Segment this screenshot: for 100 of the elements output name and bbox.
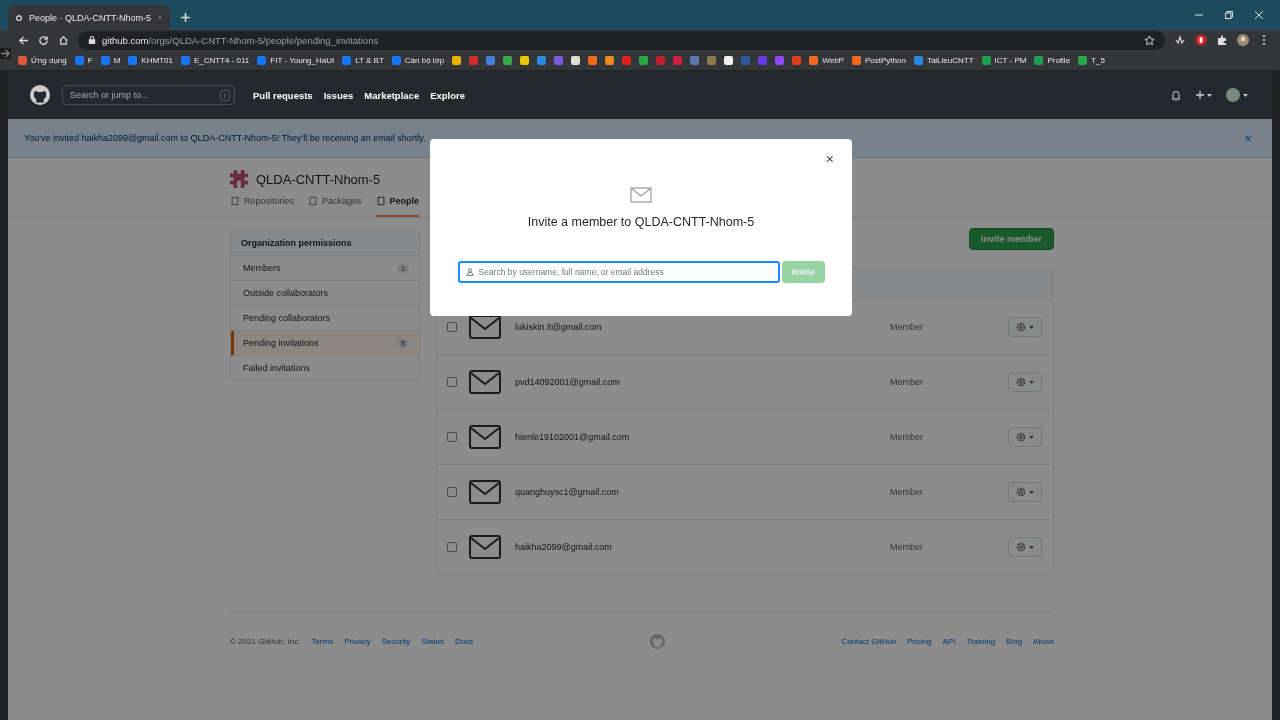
bookmark-icon[interactable] (520, 55, 530, 65)
email-address: pvd14092001@gmail.com (515, 377, 621, 387)
envelope-icon (469, 480, 501, 504)
lock-icon (88, 35, 96, 45)
star-icon[interactable] (1144, 34, 1155, 46)
shortcut-key: / (219, 89, 230, 101)
settings-dropdown-button[interactable] (1008, 427, 1042, 447)
footer-link[interactable]: API (942, 637, 956, 646)
bookmark-icon[interactable] (571, 55, 581, 65)
nav-link[interactable]: Explore (430, 89, 466, 101)
bookmark[interactable]: LT & BT (342, 55, 384, 65)
plus-dropdown-icon[interactable] (1194, 89, 1214, 101)
gear-icon (1016, 487, 1026, 497)
home-icon[interactable] (58, 34, 69, 46)
footer-link[interactable]: Security (381, 637, 411, 646)
checkbox[interactable] (447, 377, 457, 387)
sidebar-heading: Organization permissions (231, 231, 419, 256)
search-field[interactable]: Search by username, full name, or email address (457, 261, 780, 283)
github-logo-icon[interactable] (30, 85, 50, 105)
forward-arrow-icon[interactable] (0, 48, 11, 59)
footer-link[interactable]: Status (421, 637, 444, 646)
avatar-icon[interactable] (1237, 34, 1249, 46)
role-label: Member (890, 487, 924, 497)
footer-link[interactable]: Docs (455, 637, 474, 646)
bookmark[interactable]: E_CNTT4 - 011 (180, 55, 250, 65)
bookmark[interactable]: Cán bộ lớp (391, 55, 445, 65)
flash-message: You've invited haikha2099@gmail.com to QLDA-CNTT-Nhom-5! They'll be receiving an email shortly. (24, 133, 426, 143)
dialog-title: Invite a member to QLDA-CNTT-Nhom-5 (527, 215, 755, 229)
bookmark[interactable]: M (100, 55, 121, 65)
search-field[interactable]: Search or jump to... / (62, 85, 235, 105)
avatar-dropdown-icon[interactable] (1226, 88, 1250, 102)
close-icon[interactable] (1254, 10, 1264, 20)
bookmark[interactable]: ICT - PM (981, 55, 1027, 65)
org-tab[interactable]: Repositories (230, 196, 295, 217)
new-tab-icon[interactable] (180, 12, 191, 23)
footer-link[interactable]: Contact GitHub (841, 637, 897, 646)
org-tab[interactable]: Packages (308, 196, 362, 217)
page-icon (308, 196, 319, 206)
puzzle-icon[interactable] (1216, 34, 1228, 46)
settings-dropdown-button[interactable] (1008, 482, 1042, 502)
role-label: Member (890, 542, 924, 552)
page-icon (230, 196, 240, 206)
bookmark[interactable]: Ứng dụng (18, 55, 67, 65)
footer-link[interactable]: Pricing (907, 637, 932, 646)
footer-link[interactable]: Privacy (344, 637, 371, 646)
footer-link[interactable]: Blog (1006, 637, 1023, 646)
gear-icon (1016, 322, 1026, 332)
close-button[interactable]: × (821, 151, 838, 167)
envelope-icon (469, 370, 501, 394)
address-bar[interactable]: github.com/orgs/QLDA-CNTT-Nhom-5/people/pending_invitations (78, 30, 1165, 50)
sidebar-item[interactable]: Outside collaborators (231, 281, 419, 306)
checkbox[interactable] (447, 487, 457, 497)
checkbox[interactable] (447, 542, 457, 552)
nav-link[interactable]: Pull requests (253, 89, 313, 101)
bookmark[interactable]: Profile (1034, 55, 1071, 65)
bookmark-icon[interactable] (605, 55, 615, 65)
bookmark[interactable]: KHMT01 (128, 55, 173, 65)
sidebar-item[interactable]: Failed invitations (231, 356, 419, 380)
envelope-icon (469, 425, 501, 449)
org-tab[interactable]: People (375, 196, 420, 217)
extension-icon[interactable] (1174, 34, 1186, 46)
tab-title: People · QLDA-CNTT-Nhom-5 (29, 12, 152, 23)
bookmark[interactable]: FIT - Young_HaUI (257, 55, 335, 65)
envelope-icon (469, 315, 501, 339)
caret-icon (1029, 325, 1034, 329)
bell-icon[interactable] (1170, 89, 1182, 101)
footer-link[interactable]: Training (966, 637, 996, 646)
restore-icon[interactable] (1224, 10, 1234, 20)
settings-dropdown-button[interactable] (1008, 317, 1042, 337)
role-label: Member (890, 322, 924, 332)
checkbox[interactable] (447, 432, 457, 442)
gear-icon (1016, 377, 1026, 387)
nav-link[interactable]: Issues (323, 89, 354, 101)
footer-link[interactable]: Terms (311, 637, 334, 646)
reload-icon[interactable] (38, 34, 49, 46)
bookmark[interactable]: T_5 (1078, 55, 1105, 65)
shield-icon[interactable] (1195, 34, 1207, 46)
bookmark[interactable]: WebP (809, 55, 844, 65)
bookmark[interactable]: F (74, 55, 93, 65)
bookmark-icon[interactable] (724, 55, 734, 65)
checkbox[interactable] (447, 322, 457, 332)
email-address: haikha2099@gmail.com (515, 542, 613, 552)
settings-dropdown-button[interactable] (1008, 372, 1042, 392)
person-icon (465, 268, 474, 276)
browser-tab[interactable]: People · QLDA-CNTT-Nhom-5 (8, 5, 170, 30)
caret-icon (1029, 490, 1034, 494)
settings-dropdown-button[interactable] (1008, 537, 1042, 557)
role-label: Member (890, 377, 924, 387)
bookmark[interactable]: TaiLieuCNTT (913, 55, 974, 65)
envelope-icon (469, 535, 501, 559)
org-name: QLDA-CNTT-Nhom-5 (256, 171, 381, 187)
bookmark[interactable]: PostPython (851, 55, 906, 65)
envelope-icon (630, 187, 652, 203)
footer-link[interactable]: About (1033, 637, 1054, 646)
page-icon (375, 196, 386, 206)
nav-link[interactable]: Marketplace (364, 89, 420, 101)
copyright: © 2021 GitHub, Inc. (230, 637, 301, 646)
back-arrow-icon[interactable] (18, 34, 29, 46)
role-label: Member (890, 432, 924, 442)
bookmark-icon[interactable] (452, 55, 462, 65)
